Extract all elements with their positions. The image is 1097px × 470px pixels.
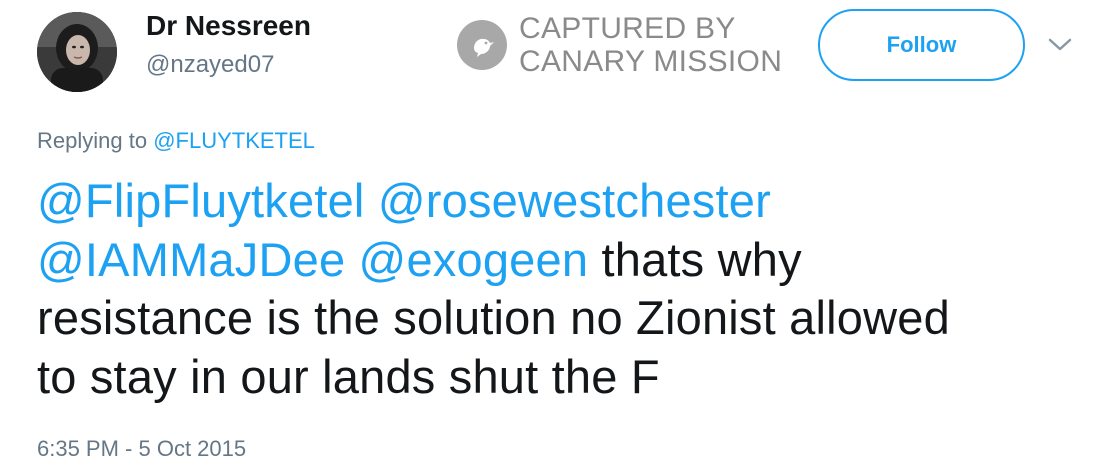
reply-context-mention[interactable]: @FLUYTKETEL [153, 128, 315, 153]
mention-link[interactable]: @rosewestchester [378, 174, 771, 227]
chevron-down-icon[interactable] [1047, 36, 1073, 54]
follow-button[interactable]: Follow [818, 9, 1025, 81]
reply-context: Replying to @FLUYTKETEL [37, 128, 315, 154]
mention-link[interactable]: @IAMMaJDee [37, 233, 345, 286]
watermark-line2: CANARY MISSION [519, 45, 783, 78]
reply-context-prefix: Replying to [37, 128, 154, 153]
canary-mission-watermark: CAPTURED BY CANARY MISSION [457, 10, 782, 80]
tweet-timestamp[interactable]: 6:35 PM - 5 Oct 2015 [37, 436, 246, 462]
canary-bird-icon [457, 20, 507, 70]
user-handle[interactable]: @nzayed07 [146, 51, 274, 79]
mention-link[interactable]: @FlipFluytketel [37, 174, 365, 227]
tweet-text: @FlipFluytketel @rosewestchester @IAMMaJ… [37, 172, 1077, 406]
display-name[interactable]: Dr Nessreen [146, 10, 311, 42]
watermark-text: CAPTURED BY CANARY MISSION [519, 12, 782, 78]
tweet-line-1: @FlipFluytketel @rosewestchester [37, 172, 1077, 231]
avatar[interactable] [37, 12, 117, 92]
tweet-body-text: thats why [601, 232, 802, 286]
watermark-line1: CAPTURED BY [519, 12, 736, 45]
tweet-line-4: to stay in our lands shut the F [37, 349, 660, 403]
tweet-line-3: resistance is the solution no Zionist al… [37, 291, 950, 344]
mention-link[interactable]: @exogeen [359, 233, 589, 286]
tweet-line-2: @IAMMaJDee @exogeen thats why [37, 231, 1077, 290]
